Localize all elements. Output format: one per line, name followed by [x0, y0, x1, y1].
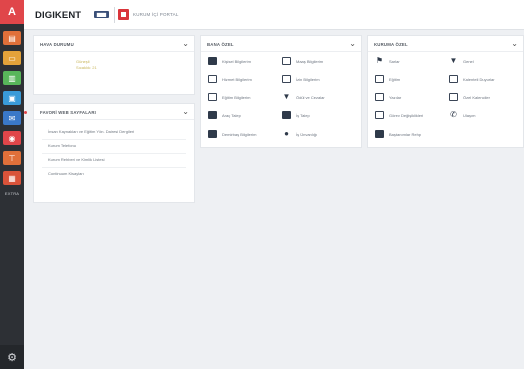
trophy-icon: ▼	[282, 92, 291, 101]
institution-panel: KURUMA ÖZEL ⌄ ⚑ Sarlar ▼ Genel Eğitim Kale…	[367, 35, 524, 148]
menu-item-personal-info[interactable]: Kişisel Bilgilerim	[208, 57, 251, 65]
favorites-title: FAVORİ WEB SAYFALARI	[40, 110, 97, 115]
sidebar-shield-icon[interactable]: ◉	[3, 131, 21, 145]
list-divider	[42, 167, 186, 168]
favorites-panel: FAVORİ WEB SAYFALARI ⌄ İnsan Kaynakları …	[33, 103, 195, 203]
menu-item-directory[interactable]: Baştanımlar Rehp	[375, 130, 421, 138]
menu-item-assignment-changes[interactable]: Görev Değişiklikleri	[375, 111, 423, 119]
sidebar-folder-icon[interactable]: ▭	[3, 51, 21, 65]
app-logo-letter: A	[8, 6, 16, 18]
list-icon	[375, 111, 384, 119]
brand-badge: ▇▇▇	[94, 11, 109, 18]
person-card-icon	[208, 57, 217, 65]
portal-icon[interactable]	[118, 9, 129, 20]
menu-item-awards[interactable]: ▼ Ödül ve Cezalar	[282, 93, 325, 101]
panel-divider	[34, 51, 194, 52]
card-icon	[375, 130, 384, 138]
personal-collapse-chevron-icon[interactable]: ⌄	[349, 39, 356, 48]
menu-item-service[interactable]: Hizmet Bilgilerim	[208, 75, 252, 83]
list-icon	[375, 93, 384, 101]
sidebar-mail-icon[interactable]: ✉	[3, 111, 21, 125]
institution-collapse-chevron-icon[interactable]: ⌄	[511, 39, 518, 48]
menu-item-announcements[interactable]: Kalenteli Duyurlar	[449, 75, 495, 83]
portal-link[interactable]: KURUM İÇİ PORTAL	[133, 12, 179, 17]
favorite-link[interactable]: Kurum Rehberi ve Kimlik Listesi	[48, 157, 104, 162]
sidebar-tag-icon[interactable]: ⊤	[3, 151, 21, 165]
car-icon	[208, 111, 217, 119]
menu-item-salary[interactable]: Maaş Bilgilerim	[282, 57, 323, 65]
list-divider	[42, 139, 186, 140]
box-icon	[208, 130, 217, 138]
document-icon	[282, 57, 291, 65]
user-icon: ●	[284, 129, 289, 138]
menu-item-special-calendars[interactable]: Özel Kalenciler	[449, 93, 490, 101]
weather-condition: Güneşli	[76, 59, 90, 64]
favorite-link[interactable]: Continuum Kisayları	[48, 171, 84, 176]
briefcase-icon	[282, 111, 291, 119]
book-icon	[208, 93, 217, 101]
calendar-icon	[449, 93, 458, 101]
personal-title: BANA ÖZEL	[207, 42, 234, 47]
trophy-icon: ▼	[449, 56, 458, 65]
sidebar-doc-icon[interactable]: ▤	[3, 31, 21, 45]
weather-temperature: Sıcaklık: 21	[76, 65, 97, 70]
menu-item-education[interactable]: Eğitim Bilgilerim	[208, 93, 250, 101]
sidebar-extra-label: EXTRA	[4, 191, 20, 196]
book-icon	[375, 75, 384, 83]
menu-item-documents[interactable]: Yazılar	[375, 93, 401, 101]
list-icon	[282, 75, 291, 83]
menu-item-vehicle-request[interactable]: Araç Talep	[208, 111, 241, 119]
list-divider	[42, 153, 186, 154]
menu-item-job-request[interactable]: İş Talep	[282, 111, 310, 119]
panel-divider	[368, 51, 523, 52]
settings-gear-icon[interactable]: ⚙	[0, 345, 24, 369]
list-icon	[208, 75, 217, 83]
favorite-link[interactable]: Kurum Telefonu	[48, 143, 76, 148]
weather-panel: HAVA DURUMU ⌄ Güneşli Sıcaklık: 21	[33, 35, 195, 95]
sidebar-window-icon[interactable]: ▣	[3, 91, 21, 105]
weather-title: HAVA DURUMU	[40, 42, 74, 47]
app-logo[interactable]: A	[0, 0, 24, 24]
menu-item-news[interactable]: ⚑ Sarlar	[375, 57, 400, 65]
flag-icon: ⚑	[375, 56, 384, 65]
header-divider	[114, 7, 115, 23]
top-header: DIGIKENT ▇▇▇ KURUM İÇİ PORTAL	[24, 0, 524, 30]
menu-item-inventory[interactable]: Demirbaş Bilgilerim	[208, 130, 256, 138]
favorites-collapse-chevron-icon[interactable]: ⌄	[182, 107, 189, 116]
menu-item-general[interactable]: ▼ Genel	[449, 57, 474, 65]
menu-item-leave[interactable]: İzin Bilgilerim	[282, 75, 320, 83]
favorite-link[interactable]: İnsan Kaynakları ve Eğitim Yön. Dairesi …	[48, 129, 134, 134]
menu-item-job-title[interactable]: ● İş Ünvanlığı	[282, 130, 317, 138]
panel-divider	[34, 119, 194, 120]
sidebar-report-icon[interactable]: ▦	[3, 171, 21, 185]
phone-icon: ✆	[450, 110, 457, 119]
menu-item-education[interactable]: Eğitim	[375, 75, 400, 83]
sidebar: A ▤ ▭ ▥ ▣ ✉ ◉ ⊤ ▦ EXTRA ⚙	[0, 0, 24, 369]
institution-title: KURUMA ÖZEL	[374, 42, 408, 47]
personal-panel: BANA ÖZEL ⌄ Kişisel Bilgilerim Maaş Bilg…	[200, 35, 362, 148]
sidebar-chart-icon[interactable]: ▥	[3, 71, 21, 85]
active-indicator-dot	[24, 111, 27, 114]
calendar-icon	[449, 75, 458, 83]
menu-item-contact[interactable]: ✆ Ulaşım	[449, 111, 475, 119]
weather-collapse-chevron-icon[interactable]: ⌄	[182, 39, 189, 48]
panel-divider	[201, 51, 361, 52]
brand-name[interactable]: DIGIKENT	[35, 10, 81, 21]
